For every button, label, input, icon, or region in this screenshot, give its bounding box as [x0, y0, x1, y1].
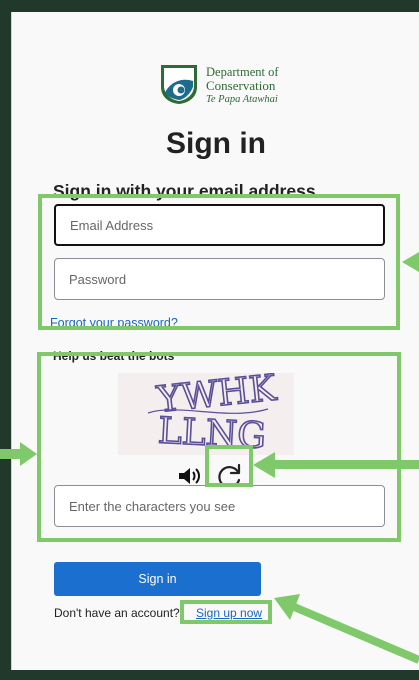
page-title: Sign in [166, 127, 266, 160]
captcha-image: YWHK LLNG [118, 367, 294, 458]
email-field[interactable] [54, 204, 385, 246]
captcha-heading: Help us beat the bots [53, 349, 175, 363]
page-subtitle: Sign in with your email address [53, 181, 316, 201]
brand-wordmark: Department of Conservation Te Papa Atawh… [206, 65, 279, 107]
captcha-line2: LLNG [157, 411, 267, 455]
signin-button[interactable]: Sign in [54, 562, 261, 596]
brand-line1: Department of [206, 65, 279, 79]
signup-link[interactable]: Sign up now [196, 606, 262, 620]
doc-logo-icon [161, 65, 197, 104]
window-background: Department of Conservation Te Papa Atawh… [0, 0, 419, 680]
doc-logo: Department of Conservation Te Papa Atawh… [159, 63, 309, 109]
brand-line2: Conservation [206, 78, 276, 93]
forgot-password-link[interactable]: Forgot your password? [50, 316, 178, 330]
brand-line3: Te Papa Atawhai [206, 94, 278, 105]
signin-panel: Department of Conservation Te Papa Atawh… [11, 12, 419, 670]
no-account-text: Don't have an account? [54, 606, 180, 620]
captcha-input[interactable] [54, 485, 385, 527]
password-field[interactable] [54, 258, 385, 300]
